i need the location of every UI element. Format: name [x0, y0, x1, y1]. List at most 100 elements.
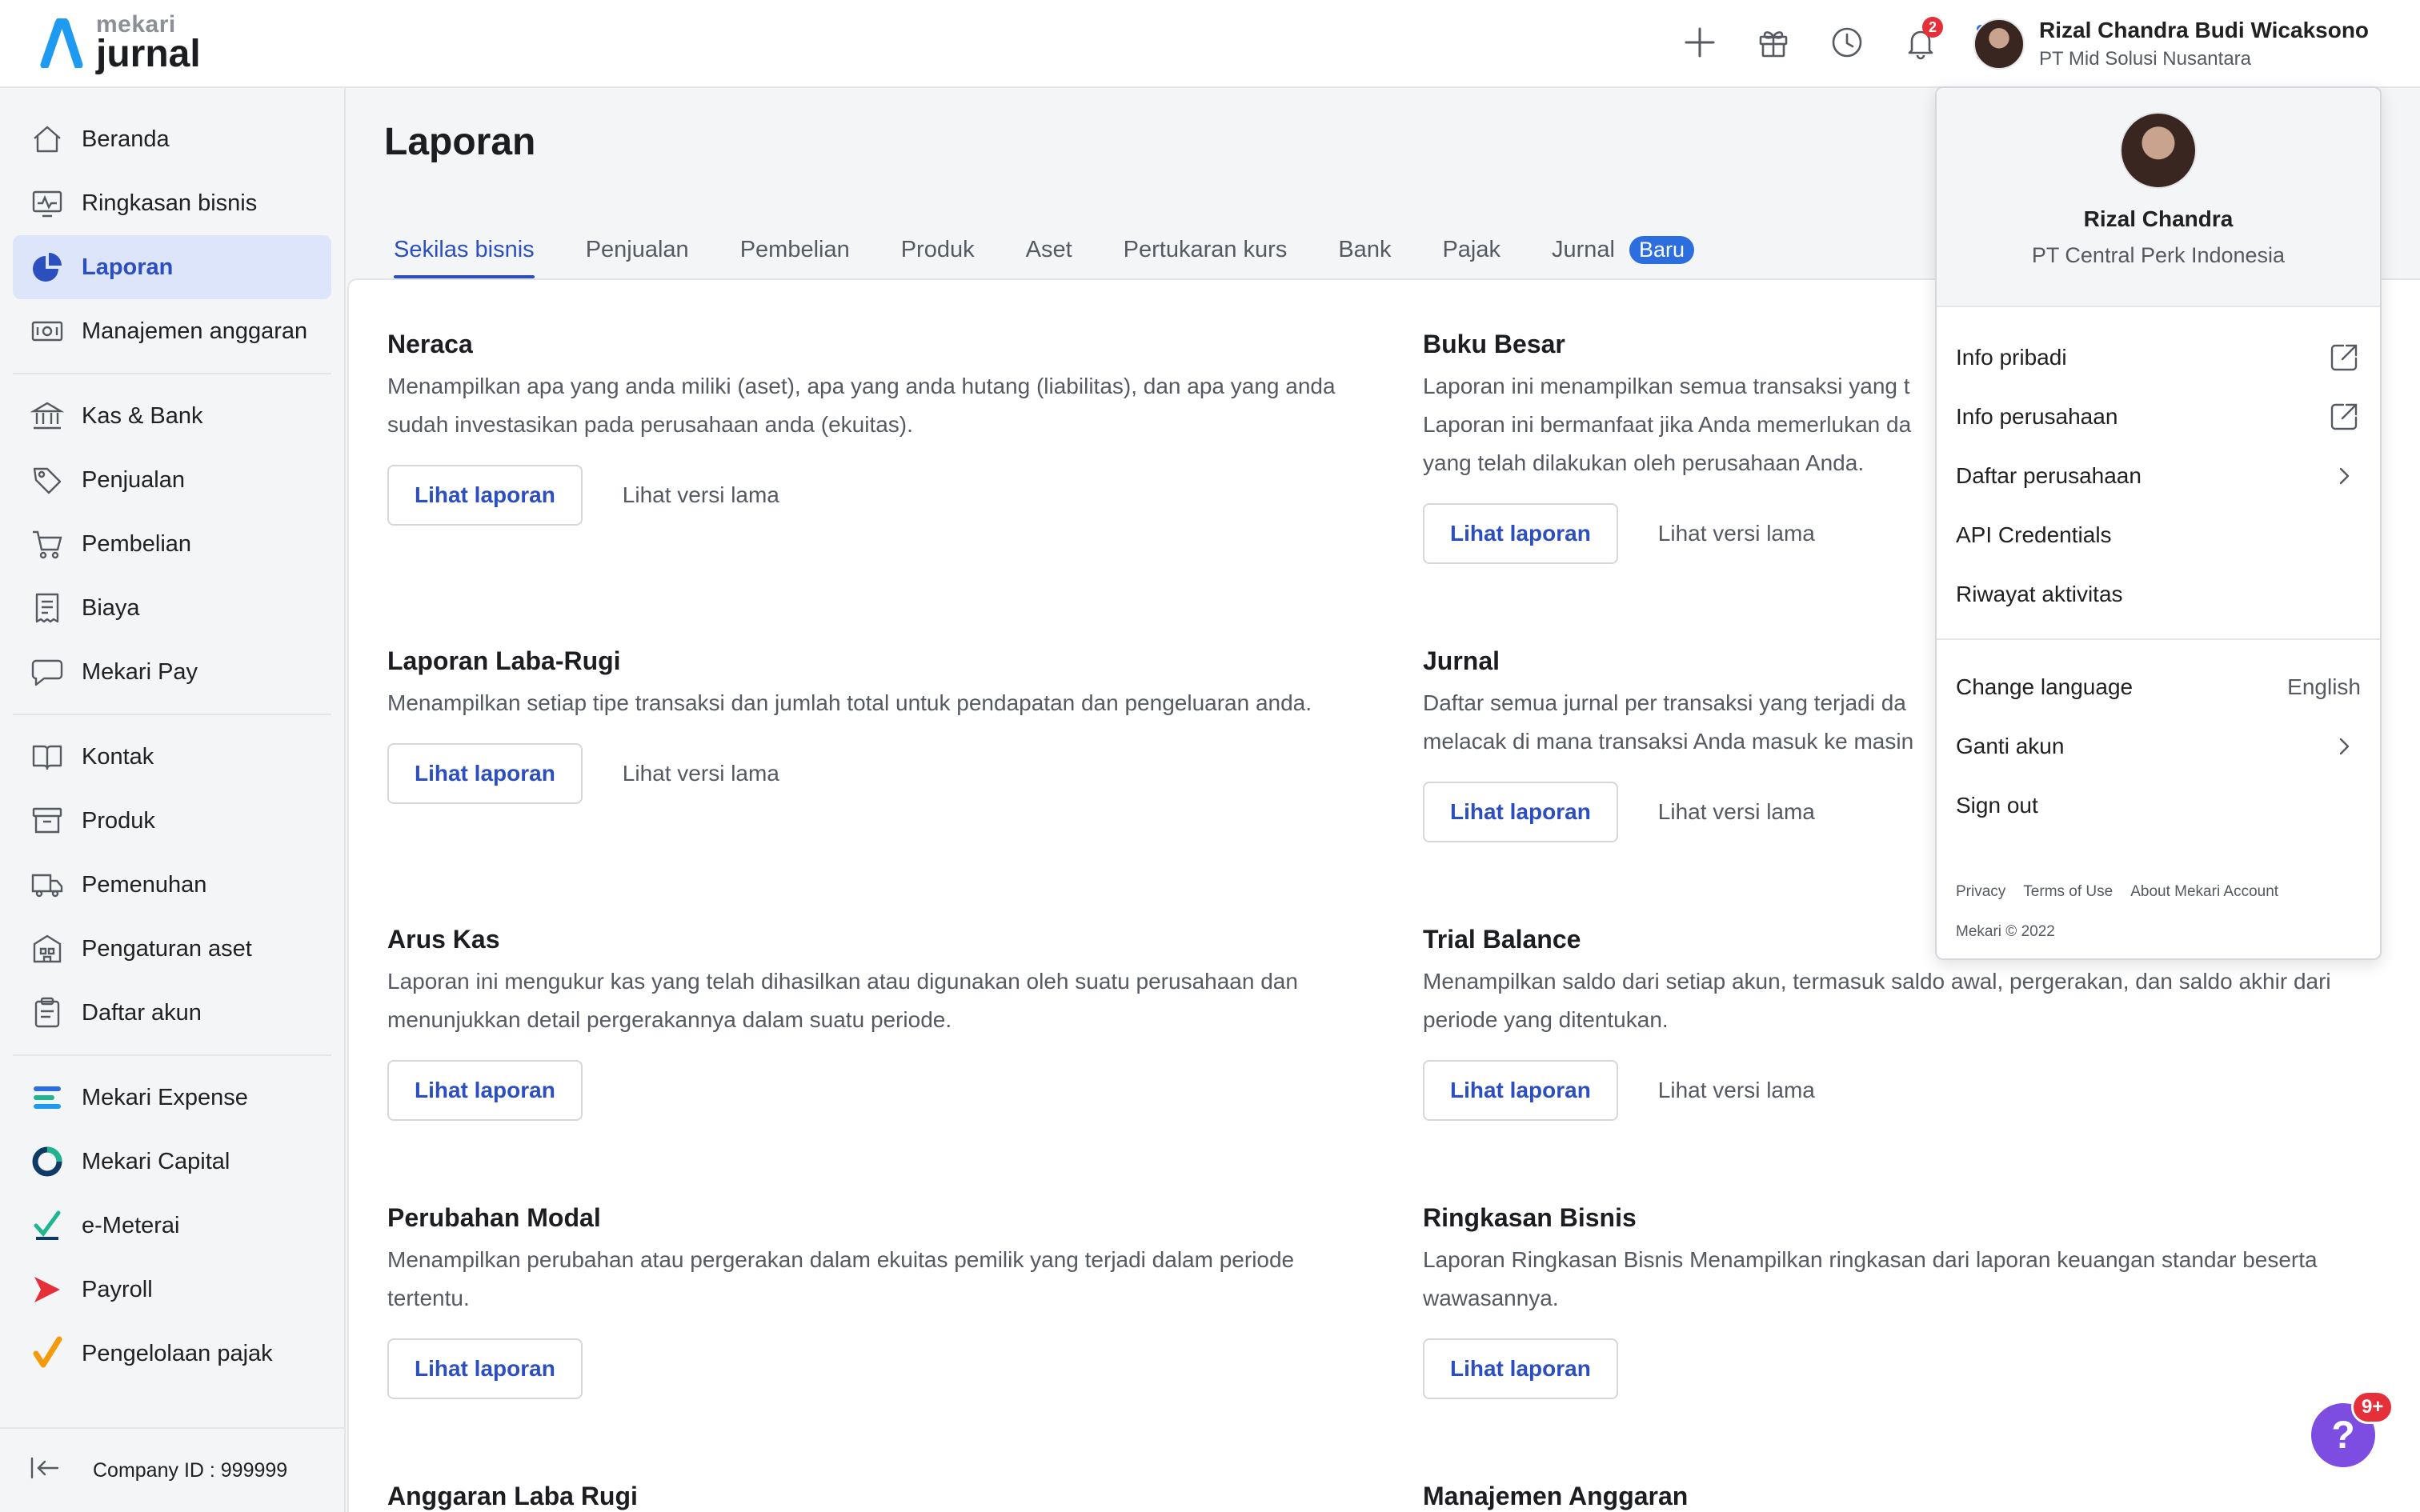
cart-icon: [29, 526, 66, 562]
report-description: Laporan ini mengukur kas yang telah diha…: [387, 969, 1298, 1032]
sidebar-item-label: Manajemen anggaran: [82, 318, 308, 344]
new-badge: Baru: [1629, 235, 1695, 264]
view-old-version-link[interactable]: Lihat versi lama: [1658, 1078, 1815, 1103]
help-badge: 9+: [2351, 1390, 2394, 1424]
view-report-button[interactable]: Lihat laporan: [1423, 782, 1618, 842]
report-card-arus-kas: Arus Kas Laporan ini mengukur kas yang t…: [387, 925, 1364, 1121]
gift-icon[interactable]: [1753, 22, 1794, 63]
tab-label: Aset: [1025, 236, 1072, 262]
view-report-button[interactable]: Lihat laporan: [1423, 1060, 1618, 1121]
view-report-button[interactable]: Lihat laporan: [387, 743, 583, 804]
avatar: [1973, 18, 2025, 70]
report-title: Arus Kas: [387, 925, 500, 954]
sidebar-item-label: Mekari Pay: [82, 658, 198, 685]
tab-label: Pajak: [1442, 236, 1500, 262]
sidebar-divider: [13, 373, 331, 374]
user-menu-trigger[interactable]: Rizal Chandra Budi Wicaksono PT Mid Solu…: [1973, 18, 2369, 70]
report-description: Menampilkan saldo dari setiap akun, term…: [1423, 969, 2331, 1032]
notification-bell-icon[interactable]: 2: [1900, 17, 1943, 63]
sidebar-item-mekari-pay[interactable]: Mekari Pay: [13, 640, 331, 704]
report-title: Ringkasan Bisnis: [1423, 1203, 1637, 1232]
report-card-manajemen-anggaran: Manajemen Anggaran: [1423, 1482, 2399, 1511]
privacy-link[interactable]: Privacy: [1956, 883, 2005, 901]
sidebar-item-ringkasan-bisnis[interactable]: Ringkasan bisnis: [13, 171, 331, 235]
sidebar-item-beranda[interactable]: Beranda: [13, 107, 331, 171]
sidebar-item-biaya[interactable]: Biaya: [13, 576, 331, 640]
sidebar-item-kas-bank[interactable]: Kas & Bank: [13, 384, 331, 448]
mekari-jurnal-logo[interactable]: mekari jurnal: [37, 11, 201, 75]
sidebar-item-label: Daftar akun: [82, 999, 202, 1026]
sidebar-group-mekari-apps: Mekari Expense Mekari Capital e-Meterai …: [0, 1066, 344, 1386]
sidebar-item-pengelolaan-pajak[interactable]: Pengelolaan pajak: [13, 1322, 331, 1386]
sidebar-group-main: Beranda Ringkasan bisnis Laporan Manajem…: [0, 107, 344, 363]
report-card-anggaran-laba-rugi: Anggaran Laba Rugi: [387, 1482, 1364, 1511]
tab-produk[interactable]: Produk: [901, 221, 975, 278]
sidebar-item-pengaturan-aset[interactable]: Pengaturan aset: [13, 917, 331, 981]
truck-icon: [29, 866, 66, 903]
tax-check-icon: [29, 1335, 66, 1372]
menu-item-sign-out[interactable]: Sign out: [1937, 776, 2380, 835]
chevron-right-icon: [2339, 467, 2350, 485]
sidebar-item-label: Payroll: [82, 1276, 153, 1302]
report-title: Buku Besar: [1423, 330, 1565, 358]
tab-penjualan[interactable]: Penjualan: [586, 221, 689, 278]
e-meterai-icon: [29, 1207, 66, 1244]
company-id: Company ID : 999999: [93, 1458, 288, 1482]
sidebar-divider: [13, 714, 331, 715]
view-old-version-link[interactable]: Lihat versi lama: [1658, 799, 1815, 825]
tab-jurnal[interactable]: Jurnal Baru: [1552, 221, 1695, 278]
menu-item-label: Ganti akun: [1956, 734, 2065, 758]
sidebar-item-penjualan[interactable]: Penjualan: [13, 448, 331, 512]
view-report-button[interactable]: Lihat laporan: [387, 1338, 583, 1399]
tab-sekilas-bisnis[interactable]: Sekilas bisnis: [394, 221, 535, 278]
tag-icon: [29, 462, 66, 498]
menu-item-daftar-perusahaan[interactable]: Daftar perusahaan: [1937, 446, 2380, 506]
view-report-button[interactable]: Lihat laporan: [387, 465, 583, 526]
menu-item-api-credentials[interactable]: API Credentials: [1937, 506, 2380, 565]
external-link-icon: [2330, 344, 2358, 371]
terms-of-use-link[interactable]: Terms of Use: [2023, 883, 2113, 901]
top-bar: mekari jurnal 2 Rizal Chandra Budi Wicak…: [0, 0, 2420, 88]
sidebar-item-manajemen-anggaran[interactable]: Manajemen anggaran: [13, 299, 331, 363]
sidebar-item-label: Mekari Capital: [82, 1148, 230, 1174]
sidebar-item-e-meterai[interactable]: e-Meterai: [13, 1194, 331, 1258]
sidebar-footer: Company ID : 999999: [0, 1427, 346, 1512]
view-report-button[interactable]: Lihat laporan: [1423, 1338, 1618, 1399]
menu-item-ganti-akun[interactable]: Ganti akun: [1937, 717, 2380, 776]
history-clock-icon[interactable]: [1826, 22, 1868, 63]
menu-item-info-perusahaan[interactable]: Info perusahaan: [1937, 387, 2380, 446]
tab-aset[interactable]: Aset: [1026, 221, 1072, 278]
sidebar-item-pembelian[interactable]: Pembelian: [13, 512, 331, 576]
report-description: Menampilkan perubahan atau pergerakan da…: [387, 1247, 1295, 1310]
tab-pembelian[interactable]: Pembelian: [740, 221, 850, 278]
report-tabs: Sekilas bisnis Penjualan Pembelian Produ…: [394, 221, 1695, 278]
sidebar-item-payroll[interactable]: Payroll: [13, 1258, 331, 1322]
tab-pertukaran-kurs[interactable]: Pertukaran kurs: [1124, 221, 1288, 278]
sidebar-item-produk[interactable]: Produk: [13, 789, 331, 853]
sidebar-item-label: Pengelolaan pajak: [82, 1340, 273, 1366]
about-mekari-account-link[interactable]: About Mekari Account: [2130, 883, 2278, 901]
box-icon: [29, 802, 66, 839]
notification-count-badge: 2: [1922, 17, 1943, 38]
menu-item-riwayat-aktivitas[interactable]: Riwayat aktivitas: [1937, 565, 2380, 624]
tab-pajak[interactable]: Pajak: [1442, 221, 1500, 278]
view-report-button[interactable]: Lihat laporan: [387, 1060, 583, 1121]
sidebar-item-mekari-capital[interactable]: Mekari Capital: [13, 1130, 331, 1194]
sidebar-item-laporan[interactable]: Laporan: [13, 235, 331, 299]
view-old-version-link[interactable]: Lihat versi lama: [623, 761, 779, 786]
menu-item-info-pribadi[interactable]: Info pribadi: [1937, 328, 2380, 387]
sidebar-item-kontak[interactable]: Kontak: [13, 725, 331, 789]
menu-item-change-language[interactable]: Change language English: [1937, 658, 2380, 717]
collapse-sidebar-icon[interactable]: [27, 1450, 62, 1491]
view-old-version-link[interactable]: Lihat versi lama: [1658, 521, 1815, 546]
sidebar-item-pemenuhan[interactable]: Pemenuhan: [13, 853, 331, 917]
menu-item-label: Daftar perusahaan: [1956, 463, 2142, 488]
sidebar-item-label: Pengaturan aset: [82, 935, 252, 962]
add-icon[interactable]: [1679, 22, 1721, 63]
tab-bank[interactable]: Bank: [1338, 221, 1391, 278]
sidebar-item-daftar-akun[interactable]: Daftar akun: [13, 981, 331, 1045]
view-report-button[interactable]: Lihat laporan: [1423, 503, 1618, 564]
menu-divider: [1937, 638, 2380, 640]
view-old-version-link[interactable]: Lihat versi lama: [623, 482, 779, 508]
sidebar-item-mekari-expense[interactable]: Mekari Expense: [13, 1066, 331, 1130]
